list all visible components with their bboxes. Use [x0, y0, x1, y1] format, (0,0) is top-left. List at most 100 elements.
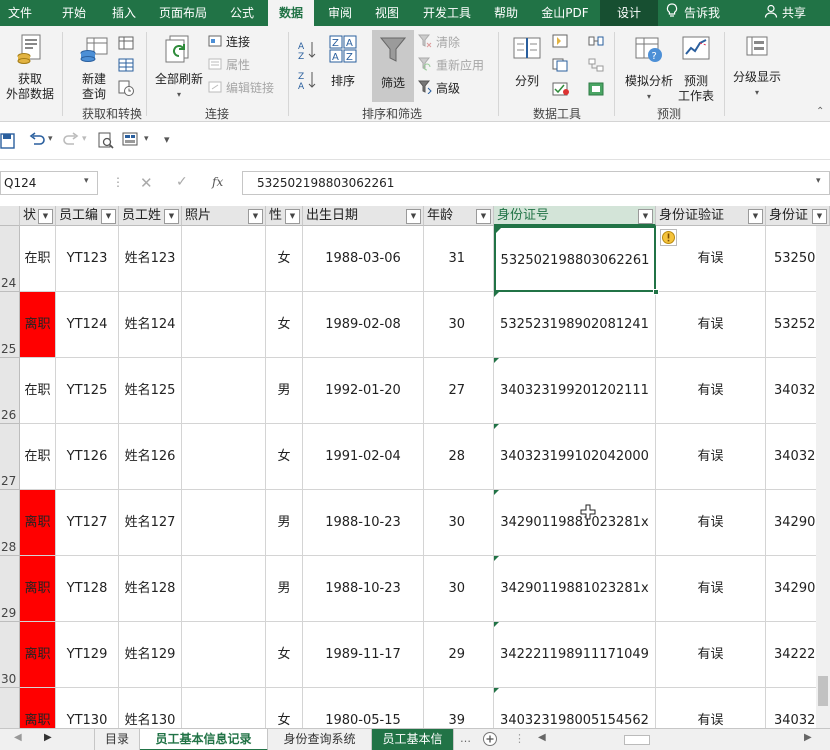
row-header[interactable]: 31	[0, 688, 20, 728]
tab-review[interactable]: 审阅	[320, 0, 360, 26]
cell-status[interactable]: 在职	[20, 358, 56, 424]
confirm-entry-icon[interactable]: ✓	[176, 174, 188, 190]
cell-age[interactable]: 27	[424, 358, 494, 424]
collapse-ribbon-icon[interactable]: ⌃	[816, 106, 824, 117]
cell-age[interactable]: 30	[424, 292, 494, 358]
sort-ascending-icon[interactable]: AZ	[298, 40, 316, 63]
cell-dob[interactable]: 1988-10-23	[303, 556, 424, 622]
cell-age[interactable]: 29	[424, 622, 494, 688]
vertical-scrollbar[interactable]	[816, 226, 830, 728]
sheet-tab-id-query[interactable]: 身份查询系统	[268, 729, 372, 750]
get-external-data-button[interactable]: 获取 外部数据	[2, 34, 58, 102]
cell-gender[interactable]: 女	[266, 622, 303, 688]
column-header[interactable]: 员工编 ▼	[56, 206, 119, 226]
tell-me-box[interactable]: 告诉我	[666, 0, 736, 26]
filter-dropdown-icon[interactable]: ▼	[638, 209, 653, 224]
cell-verify[interactable]: 有误	[656, 622, 766, 688]
column-header[interactable]: 出生日期 ▼	[303, 206, 424, 226]
tab-insert[interactable]: 插入	[104, 0, 144, 26]
print-preview-icon[interactable]	[97, 132, 114, 152]
cell-dob[interactable]: 1988-03-06	[303, 226, 424, 292]
cell-idno[interactable]: 340323198005154562	[494, 688, 656, 728]
active-cell[interactable]: 532502198803062261	[494, 226, 656, 292]
filter-dropdown-icon[interactable]: ▼	[476, 209, 491, 224]
redo-dropdown-icon[interactable]: ▾	[82, 134, 87, 144]
cell-idno[interactable]: 340323199102042000	[494, 424, 656, 490]
cell-verify[interactable]: 有误	[656, 358, 766, 424]
edit-links-button[interactable]: 编辑链接	[208, 80, 274, 97]
filter-dropdown-icon[interactable]: ▼	[164, 209, 179, 224]
sheet-prev-icon[interactable]: ◀	[14, 732, 22, 743]
tabs-split-handle-icon[interactable]: ⋮	[514, 732, 525, 745]
cell-dob[interactable]: 1989-11-17	[303, 622, 424, 688]
cell-name[interactable]: 姓名124	[119, 292, 182, 358]
sheet-tab-toc[interactable]: 目录	[94, 729, 140, 750]
tab-page-layout[interactable]: 页面布局	[152, 0, 214, 26]
scroll-right-icon[interactable]: ▶	[804, 732, 812, 743]
cell-photo[interactable]	[182, 424, 266, 490]
cell-status[interactable]: 在职	[20, 424, 56, 490]
cell-status[interactable]: 离职	[20, 688, 56, 728]
forecast-sheet-button[interactable]: 预测 工作表	[674, 34, 718, 104]
form-icon[interactable]	[122, 132, 140, 151]
cell-verify[interactable]: 有误	[656, 490, 766, 556]
cell-idno[interactable]: 34290119881023281x	[494, 556, 656, 622]
cell-gender[interactable]: 女	[266, 226, 303, 292]
sort-button[interactable]: ZAAZ 排序	[324, 34, 362, 89]
column-header[interactable]: 身份证号 ▼	[494, 206, 656, 226]
cell-age[interactable]: 30	[424, 556, 494, 622]
cell-dob[interactable]: 1988-10-23	[303, 490, 424, 556]
row-header[interactable]: 26	[0, 358, 20, 424]
tab-help[interactable]: 帮助	[486, 0, 526, 26]
row-header[interactable]: 29	[0, 556, 20, 622]
column-header[interactable]: 身份证 ▼	[766, 206, 830, 226]
filter-dropdown-icon[interactable]: ▼	[38, 209, 53, 224]
select-all-corner[interactable]	[0, 206, 20, 226]
cell-photo[interactable]	[182, 688, 266, 728]
row-header[interactable]: 30	[0, 622, 20, 688]
filter-dropdown-icon[interactable]: ▼	[285, 209, 300, 224]
cell-id[interactable]: YT124	[56, 292, 119, 358]
horizontal-scrollbar[interactable]: ◀ ▶	[532, 732, 830, 747]
cell-age[interactable]: 31	[424, 226, 494, 292]
from-table-icon[interactable]	[118, 58, 134, 75]
refresh-all-button[interactable]: 全部刷新 ▾	[152, 34, 206, 102]
cell-photo[interactable]	[182, 622, 266, 688]
properties-button[interactable]: 属性	[208, 57, 250, 74]
cell-id[interactable]: YT126	[56, 424, 119, 490]
cell-status[interactable]: 离职	[20, 490, 56, 556]
sheet-next-icon[interactable]: ▶	[44, 732, 52, 743]
cell-id[interactable]: YT128	[56, 556, 119, 622]
cell-name[interactable]: 姓名127	[119, 490, 182, 556]
cell-gender[interactable]: 女	[266, 688, 303, 728]
new-query-button[interactable]: 新建 查询	[70, 34, 118, 102]
horizontal-scroll-thumb[interactable]	[624, 735, 650, 745]
column-header[interactable]: 性 ▼	[266, 206, 303, 226]
cell-photo[interactable]	[182, 226, 266, 292]
tab-data[interactable]: 数据	[268, 0, 314, 26]
formula-input[interactable]: 532502198803062261	[242, 171, 830, 195]
cell-name[interactable]: 姓名123	[119, 226, 182, 292]
cell-status[interactable]: 离职	[20, 622, 56, 688]
consolidate-icon[interactable]	[588, 34, 604, 51]
cell-idno[interactable]: 532523198902081241	[494, 292, 656, 358]
relationships-icon[interactable]	[588, 58, 604, 75]
sheet-tab-employee-info[interactable]: 员工基本信	[372, 729, 454, 750]
cell-gender[interactable]: 男	[266, 556, 303, 622]
cell-photo[interactable]	[182, 292, 266, 358]
cell-gender[interactable]: 女	[266, 424, 303, 490]
cell-status[interactable]: 离职	[20, 292, 56, 358]
cell-name[interactable]: 姓名130	[119, 688, 182, 728]
sort-descending-icon[interactable]: ZA	[298, 70, 316, 93]
remove-duplicates-icon[interactable]	[552, 58, 568, 75]
undo-dropdown-icon[interactable]: ▾	[48, 134, 53, 144]
spreadsheet-grid[interactable]: 状 ▼ 员工编 ▼ 员工姓 ▼ 照片 ▼ 性 ▼ 出生日期 ▼ 年龄 ▼ 身份证号 ▼ 身份证验证 ▼ 身份证 ▼ 2…	[0, 206, 830, 728]
filter-button[interactable]: 筛选	[372, 30, 414, 102]
cell-verify[interactable]: 有误	[656, 424, 766, 490]
cell-age[interactable]: 30	[424, 490, 494, 556]
cell-dob[interactable]: 1991-02-04	[303, 424, 424, 490]
cell-idno[interactable]: 34290119881023281x	[494, 490, 656, 556]
cell-id[interactable]: YT129	[56, 622, 119, 688]
cancel-entry-icon[interactable]: ✕	[140, 174, 153, 192]
cell-dob[interactable]: 1989-02-08	[303, 292, 424, 358]
